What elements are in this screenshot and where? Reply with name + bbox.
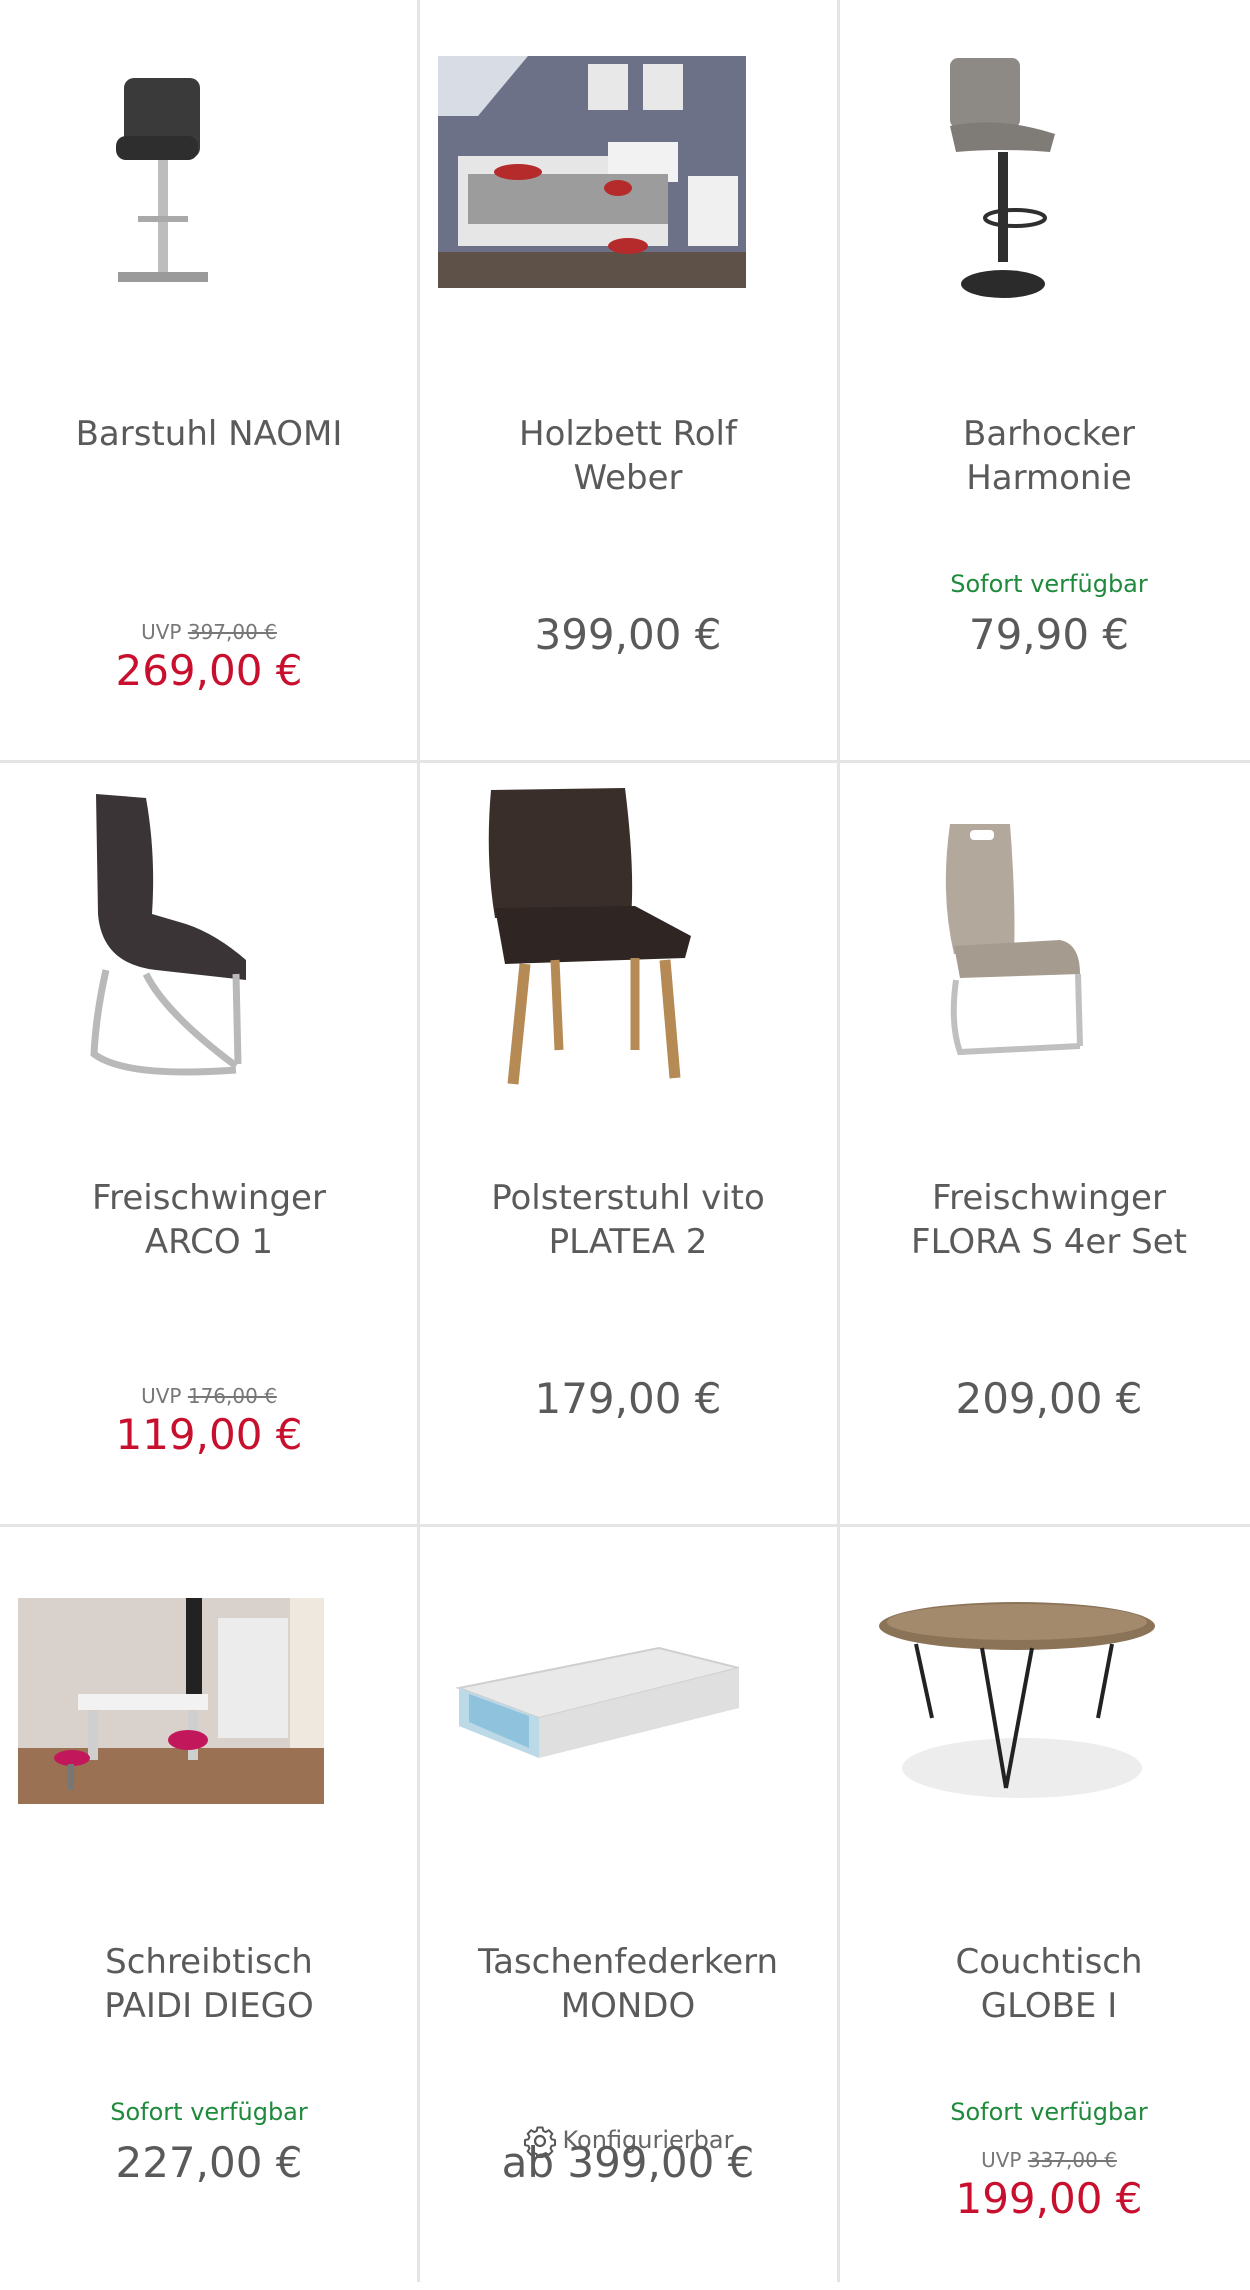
product-title[interactable]: Freischwinger FLORA S 4er Set bbox=[850, 1176, 1248, 1264]
product-card[interactable]: Couchtisch GLOBE I Sofort verfügbar UVP … bbox=[840, 1528, 1250, 2290]
availability-label: Sofort verfügbar bbox=[950, 570, 1148, 598]
product-price: 227,00 € bbox=[115, 2138, 303, 2187]
product-image[interactable] bbox=[840, 0, 1250, 370]
uvp-label: UVP bbox=[141, 1384, 182, 1408]
uvp-price: UVP 337,00 € bbox=[840, 2148, 1250, 2172]
product-image[interactable] bbox=[0, 764, 418, 1134]
uvp-price: UVP 176,00 € bbox=[0, 1384, 418, 1408]
product-price: 399,00 € bbox=[534, 610, 722, 659]
product-card[interactable]: Polsterstuhl vito PLATEA 2 179,00 € bbox=[419, 764, 837, 1526]
product-title[interactable]: Polsterstuhl vito PLATEA 2 bbox=[429, 1176, 827, 1264]
product-price: 79,90 € bbox=[968, 610, 1130, 659]
availability-label: Sofort verfügbar bbox=[950, 2098, 1148, 2126]
product-image[interactable] bbox=[0, 0, 418, 370]
product-price: 269,00 € bbox=[115, 646, 303, 695]
uvp-label: UVP bbox=[981, 2148, 1022, 2172]
product-image[interactable] bbox=[419, 0, 837, 370]
uvp-value: 397,00 € bbox=[187, 620, 277, 644]
product-title[interactable]: Couchtisch GLOBE I bbox=[850, 1940, 1248, 2028]
product-card[interactable]: Barhocker Harmonie Sofort verfügbar 79,9… bbox=[840, 0, 1250, 762]
product-price: 209,00 € bbox=[955, 1374, 1143, 1423]
product-title[interactable]: Barhocker Harmonie bbox=[850, 412, 1248, 500]
product-grid: Barstuhl NAOMI UVP 397,00 € 269,00 € Hol… bbox=[0, 0, 1250, 2282]
product-price: 199,00 € bbox=[955, 2174, 1143, 2223]
product-image[interactable] bbox=[840, 764, 1250, 1134]
product-card[interactable]: Holzbett Rolf Weber 399,00 € bbox=[419, 0, 837, 762]
product-price: ab 399,00 € bbox=[501, 2138, 755, 2187]
availability-label: Sofort verfügbar bbox=[110, 2098, 308, 2126]
uvp-price: UVP 397,00 € bbox=[0, 620, 418, 644]
product-title[interactable]: Schreibtisch PAIDI DIEGO bbox=[10, 1940, 408, 2028]
product-image[interactable] bbox=[0, 1528, 418, 1898]
product-card[interactable]: Freischwinger FLORA S 4er Set 209,00 € bbox=[840, 764, 1250, 1526]
product-price: 119,00 € bbox=[115, 1410, 303, 1459]
uvp-label: UVP bbox=[141, 620, 182, 644]
product-card[interactable]: Taschenfederkern MONDO Konfigurierbar ab… bbox=[419, 1528, 837, 2290]
product-title[interactable]: Taschenfederkern MONDO bbox=[429, 1940, 827, 2028]
product-title[interactable]: Holzbett Rolf Weber bbox=[429, 412, 827, 500]
product-image[interactable] bbox=[419, 1528, 837, 1898]
uvp-value: 337,00 € bbox=[1027, 2148, 1117, 2172]
product-image[interactable] bbox=[419, 764, 837, 1134]
product-card[interactable]: Schreibtisch PAIDI DIEGO Sofort verfügba… bbox=[0, 1528, 418, 2290]
product-title[interactable]: Barstuhl NAOMI bbox=[10, 412, 408, 456]
product-card[interactable]: Barstuhl NAOMI UVP 397,00 € 269,00 € bbox=[0, 0, 418, 762]
product-image[interactable] bbox=[840, 1528, 1250, 1898]
product-price: 179,00 € bbox=[534, 1374, 722, 1423]
uvp-value: 176,00 € bbox=[187, 1384, 277, 1408]
product-card[interactable]: Freischwinger ARCO 1 UVP 176,00 € 119,00… bbox=[0, 764, 418, 1526]
product-title[interactable]: Freischwinger ARCO 1 bbox=[10, 1176, 408, 1264]
